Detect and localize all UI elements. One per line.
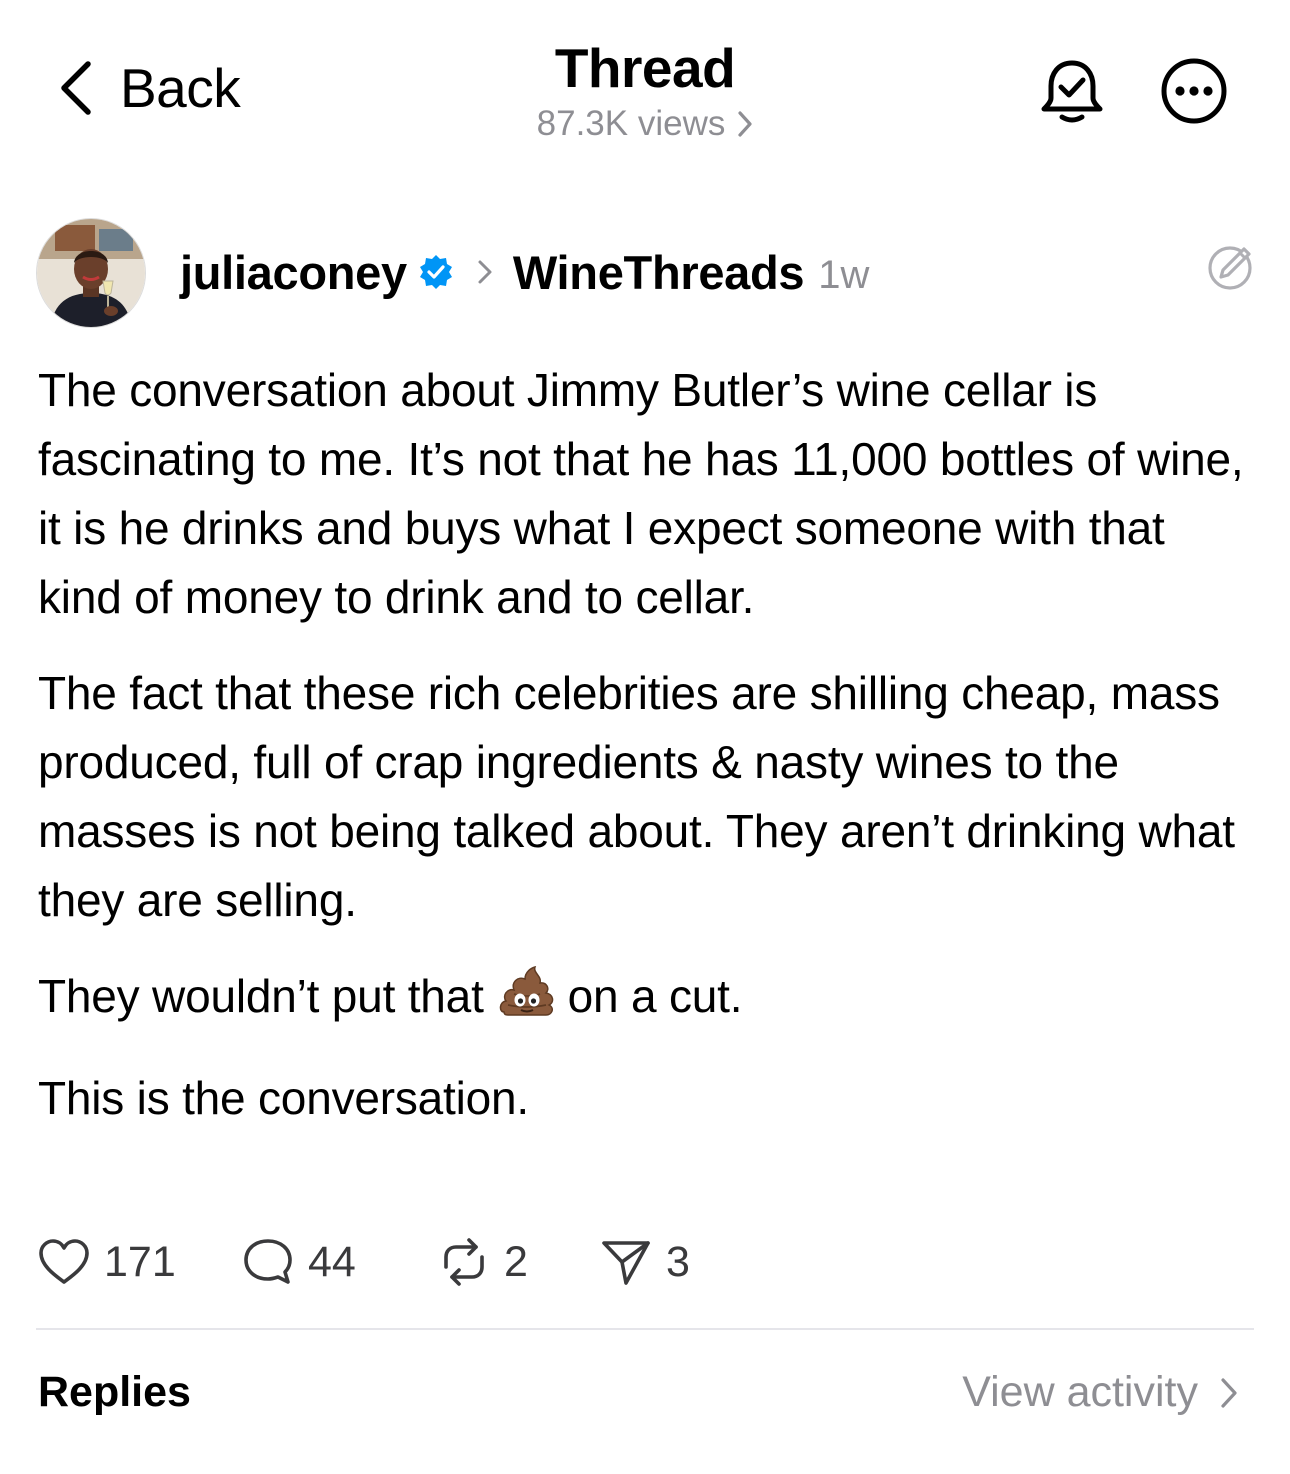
view-activity-link[interactable]: View activity <box>962 1368 1238 1417</box>
post-text: on a cut. <box>567 970 743 1022</box>
username[interactable]: juliaconey <box>180 245 407 300</box>
avatar[interactable] <box>36 218 146 328</box>
more-icon[interactable] <box>1158 55 1230 127</box>
views-count: 87.3K views <box>536 104 726 143</box>
avatar-image <box>37 219 145 327</box>
post-age: 1w <box>818 252 870 297</box>
title-block: Thread 87.3K views <box>345 36 945 144</box>
repost-button[interactable]: 2 <box>438 1237 600 1287</box>
view-activity-label: View activity <box>962 1368 1198 1416</box>
reply-count: 44 <box>308 1237 356 1286</box>
post-paragraph: The fact that these rich celebrities are… <box>38 667 1235 926</box>
author-row: juliaconey WineThreads 1w <box>180 240 869 304</box>
chevron-right-icon <box>477 258 493 286</box>
share-icon <box>602 1241 650 1285</box>
post-text: They wouldn’t put that <box>38 970 484 1022</box>
share-button[interactable]: 3 <box>600 1238 690 1287</box>
chevron-left-icon <box>61 61 91 115</box>
top-bar: Back Thread 87.3K views <box>0 0 1290 170</box>
like-count: 171 <box>104 1237 176 1286</box>
community-link[interactable]: WineThreads <box>513 245 805 300</box>
replies-heading: Replies <box>38 1368 191 1416</box>
pile-of-poo-icon <box>498 964 556 1037</box>
back-button[interactable]: Back <box>58 56 241 120</box>
edited-icon[interactable] <box>1204 240 1256 292</box>
post-paragraph: They wouldn’t put that on a cut. <box>38 962 1260 1037</box>
back-label: Back <box>120 57 241 119</box>
chevron-right-icon <box>1221 1377 1237 1408</box>
divider <box>36 1328 1254 1330</box>
post-paragraph: This is the conversation. <box>38 1072 530 1124</box>
like-button[interactable]: 171 <box>38 1238 242 1287</box>
post-paragraph: The conversation about Jimmy Butler’s wi… <box>38 364 1244 623</box>
chevron-right-icon <box>738 111 752 137</box>
comment-icon <box>244 1239 292 1284</box>
verified-badge-icon <box>417 253 455 291</box>
repost-count: 2 <box>504 1237 528 1286</box>
page-title: Thread <box>554 37 736 99</box>
action-bar: 171 44 2 3 <box>38 1232 690 1292</box>
share-count: 3 <box>666 1237 690 1286</box>
post-body: The conversation about Jimmy Butler’s wi… <box>38 356 1260 1133</box>
bell-check-icon[interactable] <box>1036 55 1108 127</box>
repost-icon <box>444 1238 484 1286</box>
views-link[interactable]: 87.3K views <box>537 104 754 144</box>
heart-icon <box>39 1239 89 1284</box>
reply-button[interactable]: 44 <box>242 1237 438 1287</box>
